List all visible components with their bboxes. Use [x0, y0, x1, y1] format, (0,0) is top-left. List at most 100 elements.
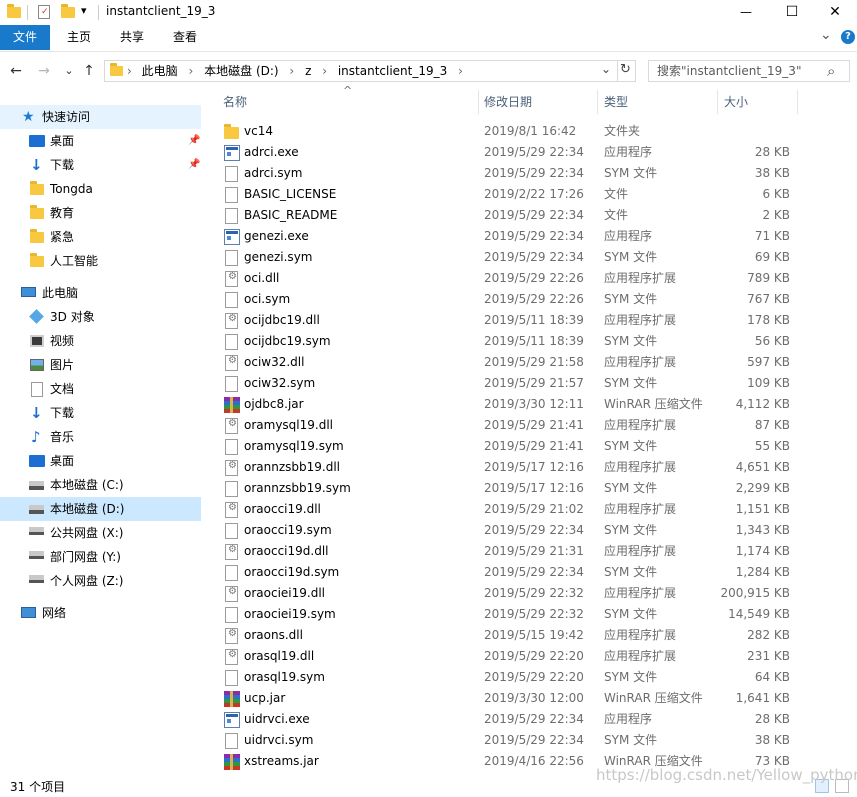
column-divider[interactable]	[797, 90, 798, 114]
nav-item-downloads[interactable]: ↓ 下载 📌	[0, 153, 201, 177]
maximize-button[interactable]: ☐	[769, 0, 815, 25]
refresh-button[interactable]: ↻	[620, 62, 631, 77]
file-row[interactable]: ocijdbc19.dll 2019/5/11 18:39 应用程序扩展 178 KB	[205, 310, 857, 331]
file-row[interactable]: ociw32.dll 2019/5/29 21:58 应用程序扩展 597 KB	[205, 352, 857, 373]
breadcrumb-current[interactable]: instantclient_19_3	[338, 64, 447, 78]
file-row[interactable]: genezi.sym 2019/5/29 22:34 SYM 文件 69 KB	[205, 247, 857, 268]
nav-item-drive-z[interactable]: 个人网盘 (Z:)	[0, 569, 201, 593]
nav-item-drive-y[interactable]: 部门网盘 (Y:)	[0, 545, 201, 569]
recent-locations-button[interactable]: ⌄	[60, 62, 78, 80]
file-row[interactable]: adrci.exe 2019/5/29 22:34 应用程序 28 KB	[205, 142, 857, 163]
column-date[interactable]: 修改日期	[484, 90, 532, 114]
file-row[interactable]: orannzsbb19.dll 2019/5/17 12:16 应用程序扩展 4,65…	[205, 457, 857, 478]
column-divider[interactable]	[597, 90, 598, 114]
file-row[interactable]: oraociei19.sym 2019/5/29 22:32 SYM 文件 14,54…	[205, 604, 857, 625]
file-name: oraons.dll	[244, 628, 303, 642]
nav-item-drive-c[interactable]: 本地磁盘 (C:)	[0, 473, 201, 497]
tab-view[interactable]: 查看	[173, 25, 197, 50]
quick-access-toolbar-dropdown[interactable]: ▾	[81, 4, 87, 17]
nav-item-3d-objects[interactable]: 3D 对象	[0, 305, 201, 329]
column-size[interactable]: 大小	[724, 90, 748, 114]
nav-label: 视频	[50, 334, 75, 348]
minimize-button[interactable]: —	[723, 0, 769, 25]
tab-file[interactable]: 文件	[0, 25, 50, 50]
file-row[interactable]: oraocci19d.sym 2019/5/29 22:34 SYM 文件 1,284…	[205, 562, 857, 583]
breadcrumb-this-pc[interactable]: 此电脑	[142, 64, 178, 78]
breadcrumb-drive-d[interactable]: 本地磁盘 (D:)	[204, 64, 278, 78]
dll-icon	[225, 502, 238, 518]
folder-icon	[7, 4, 21, 18]
nav-item-drive-x[interactable]: 公共网盘 (X:)	[0, 521, 201, 545]
nav-item-videos[interactable]: 视频	[0, 329, 201, 353]
nav-item-downloads-pc[interactable]: ↓ 下载	[0, 401, 201, 425]
nav-item-desktop[interactable]: 桌面 📌	[0, 129, 201, 153]
file-row[interactable]: uidrvci.sym 2019/5/29 22:34 SYM 文件 38 KB	[205, 730, 857, 751]
ribbon-expand-button[interactable]: ⌄	[820, 27, 832, 43]
file-row[interactable]: uidrvci.exe 2019/5/29 22:34 应用程序 28 KB	[205, 709, 857, 730]
nav-item-urgent[interactable]: 紧急	[0, 225, 201, 249]
application-icon	[224, 712, 240, 728]
watermark: https://blog.csdn.net/Yellow_python	[596, 766, 857, 784]
file-row[interactable]: oraociei19.dll 2019/5/29 22:32 应用程序扩展 200,9…	[205, 583, 857, 604]
properties-icon[interactable]: ✓	[38, 5, 50, 19]
new-folder-icon[interactable]	[61, 4, 75, 18]
file-row[interactable]: oraocci19.dll 2019/5/29 21:02 应用程序扩展 1,151 …	[205, 499, 857, 520]
file-row[interactable]: vc14 2019/8/1 16:42 文件夹	[205, 121, 857, 142]
file-type: SYM 文件	[604, 439, 658, 453]
file-row[interactable]: oraons.dll 2019/5/15 19:42 应用程序扩展 282 KB	[205, 625, 857, 646]
winrar-archive-icon	[224, 691, 240, 707]
file-row[interactable]: ucp.jar 2019/3/30 12:00 WinRAR 压缩文件 1,641 K…	[205, 688, 857, 709]
column-type[interactable]: 类型	[604, 90, 628, 114]
nav-item-drive-d[interactable]: 本地磁盘 (D:)	[0, 497, 201, 521]
pin-icon[interactable]: 📌	[188, 159, 200, 170]
file-row[interactable]: oramysql19.dll 2019/5/29 21:41 应用程序扩展 87 KB	[205, 415, 857, 436]
file-row[interactable]: ojdbc8.jar 2019/3/30 12:11 WinRAR 压缩文件 4,11…	[205, 394, 857, 415]
file-row[interactable]: orasql19.sym 2019/5/29 22:20 SYM 文件 64 KB	[205, 667, 857, 688]
breadcrumb-z[interactable]: z	[305, 64, 311, 78]
nav-item-music[interactable]: ♪ 音乐	[0, 425, 201, 449]
file-type: SYM 文件	[604, 334, 658, 348]
file-row[interactable]: orannzsbb19.sym 2019/5/17 12:16 SYM 文件 2,29…	[205, 478, 857, 499]
nav-network[interactable]: 网络	[0, 601, 201, 625]
file-row[interactable]: ociw32.sym 2019/5/29 21:57 SYM 文件 109 KB	[205, 373, 857, 394]
help-icon[interactable]: ?	[841, 30, 855, 44]
file-row[interactable]: oramysql19.sym 2019/5/29 21:41 SYM 文件 55 KB	[205, 436, 857, 457]
nav-item-pictures[interactable]: 图片	[0, 353, 201, 377]
file-row[interactable]: oci.dll 2019/5/29 22:26 应用程序扩展 789 KB	[205, 268, 857, 289]
forward-button[interactable]: →	[35, 62, 53, 80]
address-dropdown-button[interactable]: ⌄	[601, 62, 611, 76]
column-name[interactable]: 名称	[223, 90, 247, 114]
back-button[interactable]: ←	[7, 62, 25, 80]
column-divider[interactable]	[478, 90, 479, 114]
search-input[interactable]: 搜索"instantclient_19_3" ⌕	[648, 60, 850, 82]
pin-icon[interactable]: 📌	[188, 135, 200, 146]
file-row[interactable]: BASIC_README 2019/5/29 22:34 文件 2 KB	[205, 205, 857, 226]
file-row[interactable]: oci.sym 2019/5/29 22:26 SYM 文件 767 KB	[205, 289, 857, 310]
file-row[interactable]: oraocci19.sym 2019/5/29 22:34 SYM 文件 1,343 …	[205, 520, 857, 541]
nav-item-tongda[interactable]: Tongda	[0, 177, 201, 201]
file-row[interactable]: orasql19.dll 2019/5/29 22:20 应用程序扩展 231 KB	[205, 646, 857, 667]
file-row[interactable]: ocijdbc19.sym 2019/5/11 18:39 SYM 文件 56 KB	[205, 331, 857, 352]
file-size: 1,641 KB	[735, 691, 790, 705]
nav-item-documents[interactable]: 文档	[0, 377, 201, 401]
nav-quick-access[interactable]: ★ 快速访问	[0, 105, 201, 129]
nav-this-pc[interactable]: 此电脑	[0, 281, 201, 305]
nav-item-desktop-pc[interactable]: 桌面	[0, 449, 201, 473]
file-row[interactable]: BASIC_LICENSE 2019/2/22 17:26 文件 6 KB	[205, 184, 857, 205]
nav-item-education[interactable]: 教育	[0, 201, 201, 225]
column-divider[interactable]	[717, 90, 718, 114]
address-bar[interactable]: › 此电脑 › 本地磁盘 (D:) › z › instantclient_19…	[104, 60, 636, 82]
tab-home[interactable]: 主页	[67, 25, 91, 50]
tab-share[interactable]: 共享	[120, 25, 144, 50]
up-button[interactable]: ↑	[80, 62, 98, 80]
search-icon[interactable]: ⌕	[827, 61, 835, 81]
nav-label: 图片	[50, 358, 75, 372]
file-row[interactable]: genezi.exe 2019/5/29 22:34 应用程序 71 KB	[205, 226, 857, 247]
winrar-archive-icon	[224, 754, 240, 770]
drive-icon	[29, 481, 44, 490]
file-row[interactable]: oraocci19d.dll 2019/5/29 21:31 应用程序扩展 1,174…	[205, 541, 857, 562]
nav-item-ai[interactable]: 人工智能	[0, 249, 201, 273]
file-icon	[225, 523, 238, 539]
file-row[interactable]: adrci.sym 2019/5/29 22:34 SYM 文件 38 KB	[205, 163, 857, 184]
close-button[interactable]: ✕	[812, 0, 857, 25]
